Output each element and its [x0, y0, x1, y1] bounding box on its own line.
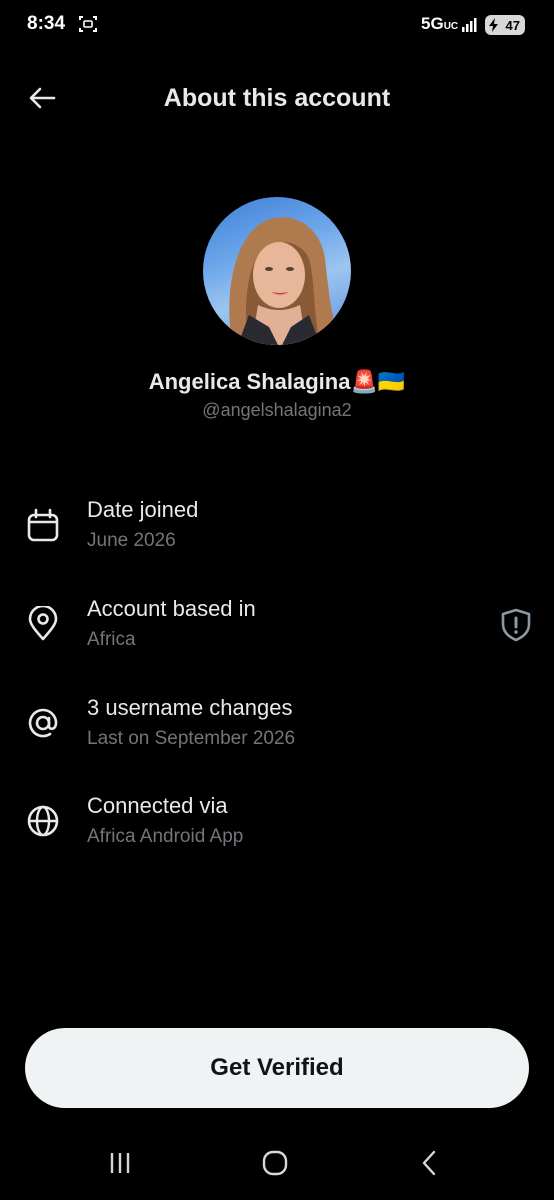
connected-via-row: Connected via Africa Android App [0, 793, 554, 863]
network-label: 5G [421, 14, 444, 33]
battery-level: 47 [505, 17, 520, 33]
screenshot-icon [78, 14, 98, 34]
recent-apps-button[interactable] [100, 1148, 140, 1182]
home-button[interactable] [255, 1148, 295, 1182]
system-nav-bar [0, 1130, 554, 1200]
profile-name: Angelica Shalagina🚨🇺🇦 [148, 369, 406, 394]
get-verified-button[interactable]: Get Verified [25, 1028, 529, 1108]
status-bar: 8:34 5GUC 47 [0, 0, 554, 50]
calendar-icon [25, 507, 61, 543]
connected-via-value: Africa Android App [87, 826, 244, 847]
location-pin-icon [25, 604, 61, 642]
network-indicator: 5GUC [421, 14, 458, 34]
charging-bolt-icon [488, 18, 500, 32]
page-title: About this account [163, 84, 391, 112]
profile-handle: @angelshalagina2 [202, 400, 352, 420]
avatar[interactable] [203, 197, 351, 345]
connected-via-title: Connected via [87, 793, 228, 818]
date-joined-title: Date joined [87, 497, 199, 522]
username-changes-row: 3 username changes Last on September 202… [0, 695, 554, 765]
home-icon [261, 1149, 289, 1182]
at-sign-icon [25, 705, 61, 741]
signal-icon [462, 16, 480, 32]
network-sub-label: UC [443, 21, 459, 32]
chevron-left-icon [419, 1149, 441, 1182]
date-joined-row: Date joined June 2026 [0, 497, 554, 567]
system-back-button[interactable] [410, 1148, 450, 1182]
date-joined-value: June 2026 [87, 530, 176, 551]
globe-icon [25, 803, 61, 839]
recent-apps-icon [106, 1150, 134, 1181]
battery-indicator: 47 [485, 15, 525, 35]
username-changes-title: 3 username changes [87, 695, 293, 720]
account-based-title: Account based in [87, 596, 256, 621]
status-time: 8:34 [27, 13, 66, 34]
username-changes-value: Last on September 2026 [87, 728, 296, 749]
account-based-row: Account based in Africa [0, 596, 554, 666]
account-based-value: Africa [87, 629, 136, 650]
shield-alert-icon[interactable] [497, 606, 535, 644]
